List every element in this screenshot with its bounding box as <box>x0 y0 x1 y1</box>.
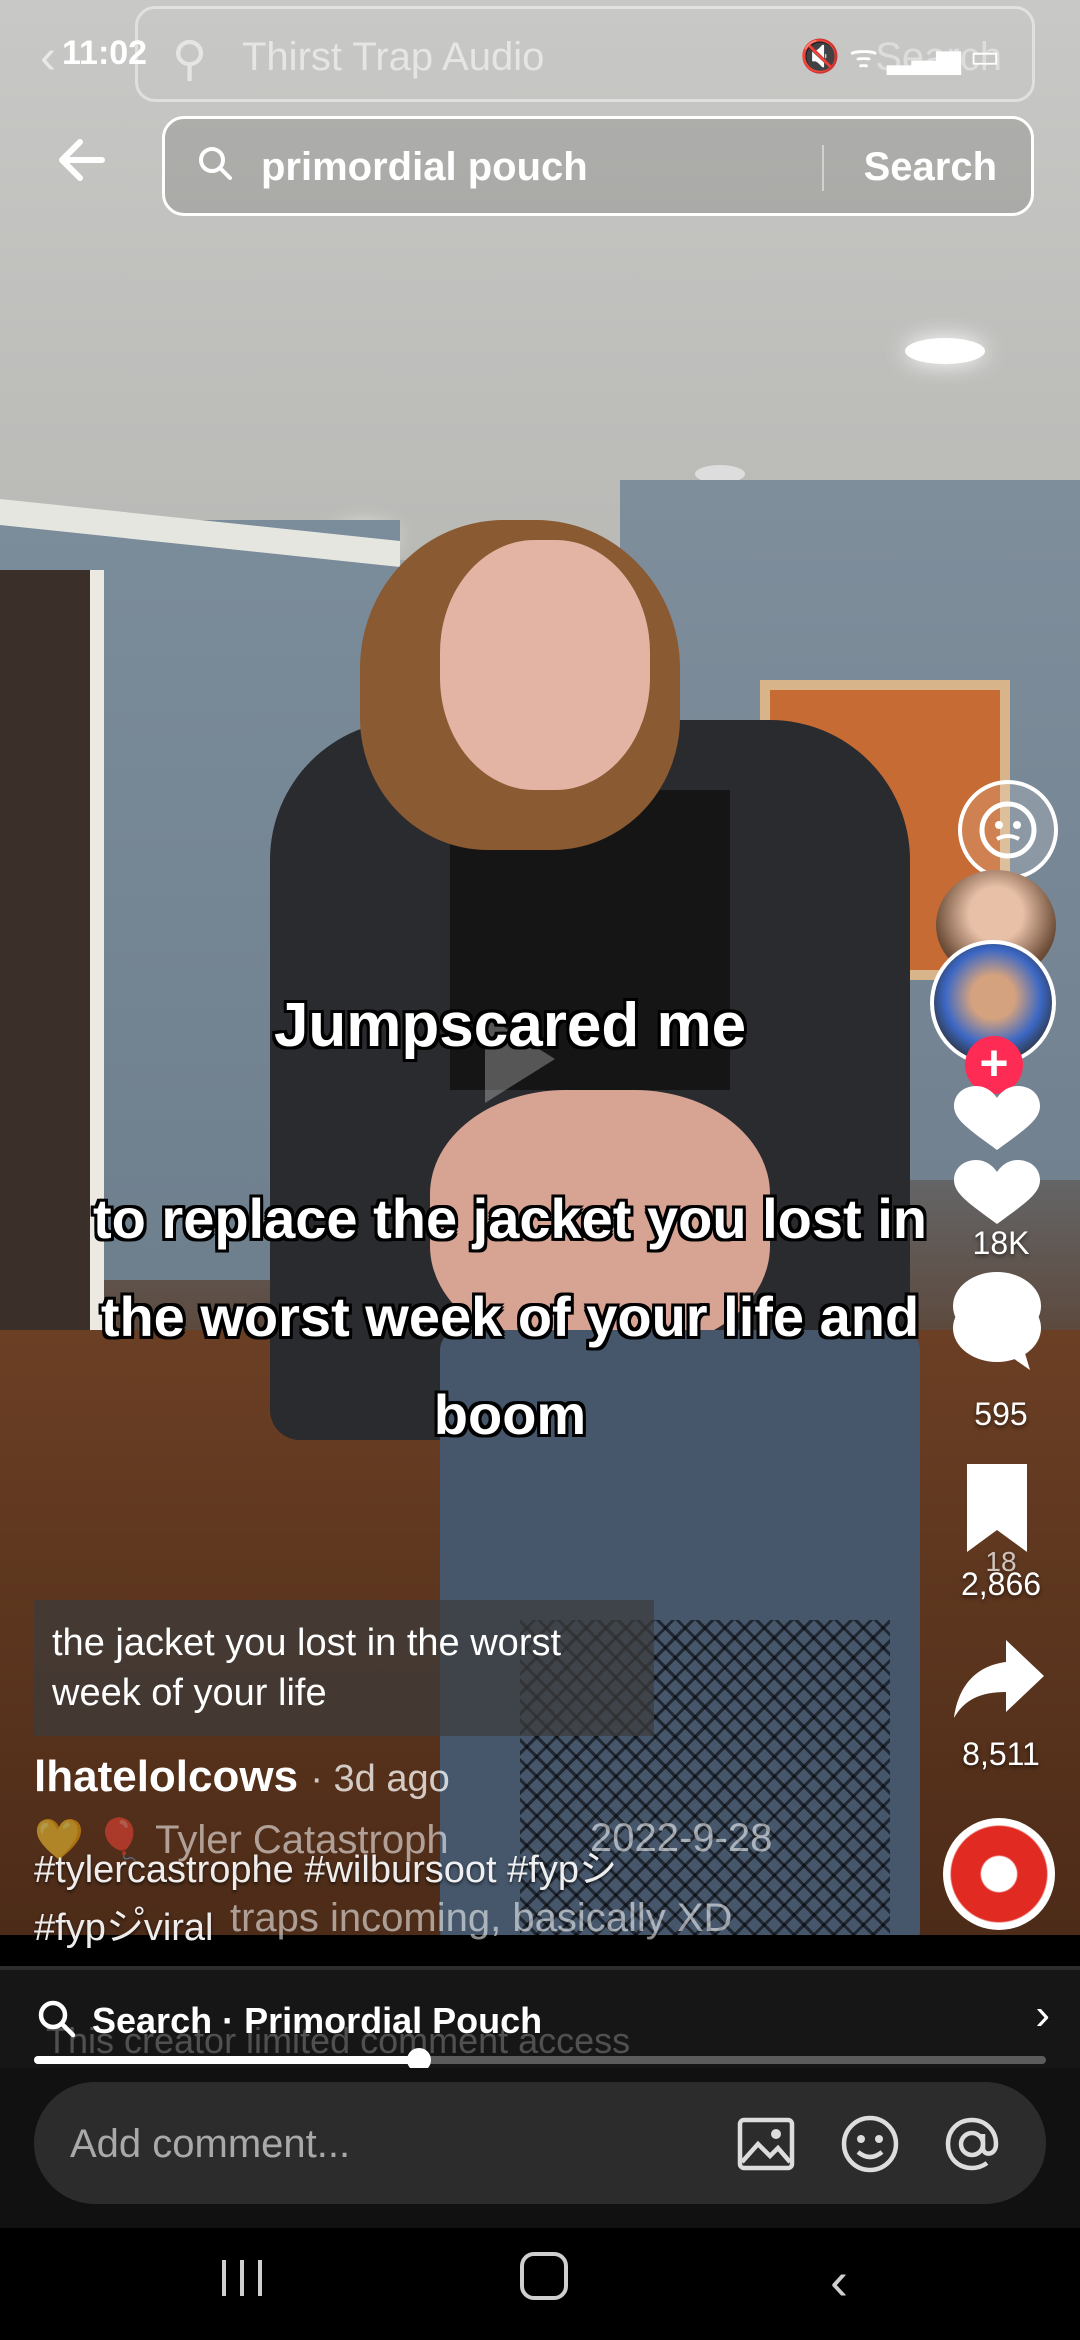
comment-button[interactable] <box>950 1270 1044 1370</box>
like-count: 18K <box>972 1225 1030 1261</box>
comment-bar: Add comment... <box>0 2068 1080 2228</box>
post-time: · 3d ago <box>310 1758 450 1800</box>
description-line[interactable]: #tylercastrophe #wilbursoot #fypシ <box>34 1838 617 1893</box>
recent-apps-button[interactable] <box>218 2256 268 2300</box>
overlay-line: the worst week of your life and <box>100 1285 920 1348</box>
status-icons: 🔇 ᯤ ▂▃▅ ▭ <box>800 38 1000 74</box>
bookmark-button[interactable] <box>961 1460 1033 1556</box>
smiley-icon <box>979 801 1037 859</box>
overlay-line: to replace the jacket you lost in <box>92 1187 927 1250</box>
overlay-title: Jumpscared me <box>273 991 747 1060</box>
ceiling-light <box>905 338 985 364</box>
arrow-left-icon <box>59 139 105 181</box>
like-button[interactable] <box>950 1086 1044 1226</box>
status-time: 11:02 <box>62 34 148 72</box>
author-line: lhatelolcows · 3d ago <box>34 1752 450 1802</box>
search-input[interactable]: primordial pouch <box>261 145 588 190</box>
home-button[interactable] <box>520 2252 568 2300</box>
system-back-button[interactable]: ‹ <box>830 2250 848 2312</box>
emoji-icon[interactable] <box>838 2112 902 2176</box>
emoji-reaction-button[interactable] <box>958 780 1058 880</box>
video-progress-bar[interactable] <box>34 2048 1046 2072</box>
search-divider <box>822 145 824 191</box>
share-count: 8,511 <box>962 1736 1040 1772</box>
ghost-date: 2022-9-28 <box>590 1816 773 1860</box>
comment-placeholder: Add comment... <box>70 2122 351 2166</box>
search-button[interactable]: Search <box>864 145 997 190</box>
ghost-search-text: Thirst Trap Audio <box>242 35 545 79</box>
ghost-search-icon: ⚲ <box>172 33 208 86</box>
mention-icon[interactable] <box>940 2112 1004 2176</box>
comment-count: 595 <box>974 1396 1028 1432</box>
search-bar[interactable]: primordial pouch Search <box>162 116 1034 216</box>
overlay-caption: to replace the jacket you lost in the wo… <box>0 1170 1020 1464</box>
video-person-face <box>440 540 650 790</box>
progress-fill <box>34 2056 419 2064</box>
search-icon <box>199 147 232 180</box>
author-name[interactable]: lhatelolcows <box>34 1752 298 1801</box>
ghost-description: traps incoming, basically XD <box>230 1896 733 1940</box>
save-count: 2,866 <box>960 1566 1042 1602</box>
music-disc[interactable] <box>943 1818 1055 1930</box>
share-button[interactable] <box>950 1636 1046 1722</box>
system-navigation-bar: ‹ <box>0 2228 1080 2340</box>
caption-box: the jacket you lost in the worst week of… <box>34 1600 654 1736</box>
back-button[interactable] <box>52 130 122 200</box>
status-bar: ‹ ⚲ Thirst Trap Audio Search 11:02 🔇 ᯤ ▂… <box>0 0 1080 110</box>
ghost-back-icon: ‹ <box>40 31 56 84</box>
description-line[interactable]: #fypシ゚viral <box>34 1896 214 1951</box>
comment-input[interactable]: Add comment... <box>34 2082 1046 2204</box>
overlay-line: boom <box>433 1383 587 1446</box>
image-icon[interactable] <box>734 2112 798 2176</box>
chevron-right-icon: › <box>1035 1990 1050 2039</box>
